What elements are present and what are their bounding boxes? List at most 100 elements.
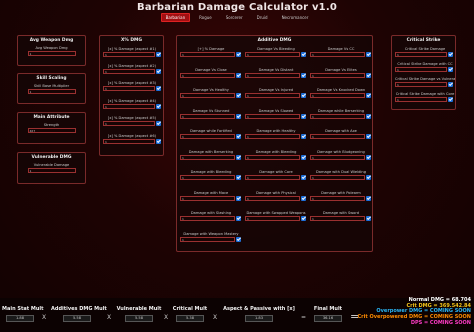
additive-checkbox[interactable] bbox=[366, 93, 371, 98]
final-mult-value: 36.16 bbox=[314, 315, 342, 322]
crit-core-checkbox[interactable] bbox=[448, 97, 453, 102]
strength-input[interactable]: 467 bbox=[27, 128, 76, 133]
additive-input[interactable]: 1 bbox=[310, 154, 365, 160]
additive-input[interactable]: 1 bbox=[245, 175, 300, 180]
additive-checkbox[interactable] bbox=[236, 134, 241, 139]
additive-input[interactable]: 1 bbox=[245, 113, 300, 119]
aspect-5-checkbox[interactable] bbox=[156, 121, 161, 126]
additive-checkbox[interactable] bbox=[366, 113, 371, 119]
additive-checkbox[interactable] bbox=[236, 113, 241, 119]
additive-checkbox[interactable] bbox=[366, 134, 371, 139]
crit-damage-checkbox[interactable] bbox=[448, 52, 453, 57]
additive-input[interactable]: 1 bbox=[180, 175, 235, 180]
additive-input[interactable]: 1 bbox=[245, 154, 300, 160]
additive-field: Damage with Axe 1 bbox=[310, 129, 372, 139]
additive-input[interactable]: 1 bbox=[245, 216, 300, 221]
additive-checkbox[interactable] bbox=[236, 52, 241, 57]
additive-checkbox[interactable] bbox=[366, 154, 371, 160]
additive-input[interactable]: 1 bbox=[310, 195, 365, 201]
aspect-6-input[interactable]: 1 bbox=[103, 139, 155, 144]
additive-input[interactable]: 1 bbox=[245, 93, 300, 98]
additive-checkbox[interactable] bbox=[366, 175, 371, 180]
additive-input[interactable]: 1 bbox=[310, 72, 365, 78]
aspect-1-input[interactable]: 1 bbox=[103, 52, 155, 57]
additive-input[interactable]: 1 bbox=[180, 52, 235, 57]
additive-field: Damage with Weapon Mastery 1 bbox=[180, 232, 242, 242]
crit-damage-input[interactable]: 1 bbox=[395, 52, 447, 57]
aspect-5-input[interactable]: 1 bbox=[103, 121, 155, 126]
additive-checkbox[interactable] bbox=[236, 216, 241, 221]
panel-title: X% DMG bbox=[121, 38, 142, 43]
additive-input[interactable]: 1 bbox=[245, 195, 300, 201]
additive-checkbox[interactable] bbox=[366, 72, 371, 78]
additive-input[interactable]: 1 bbox=[245, 72, 300, 78]
main-stat-mult-label: Main Stat Mult bbox=[2, 306, 44, 312]
aspect-3-input[interactable]: 1 bbox=[103, 86, 155, 91]
additive-input[interactable]: 1 bbox=[310, 113, 365, 119]
equals-sign: = bbox=[301, 314, 307, 321]
additive-checkbox[interactable] bbox=[301, 175, 306, 180]
aspect-3-checkbox[interactable] bbox=[156, 86, 161, 91]
additive-checkbox[interactable] bbox=[301, 134, 306, 139]
additive-checkbox[interactable] bbox=[301, 52, 306, 57]
additive-input[interactable]: 1 bbox=[310, 52, 365, 57]
aspect-1-checkbox[interactable] bbox=[156, 52, 161, 57]
avg-weapon-input[interactable]: 1 bbox=[27, 51, 76, 56]
crit-vulnerable-checkbox[interactable] bbox=[448, 82, 453, 87]
critical-mult-value: 5.38 bbox=[176, 315, 204, 322]
panel-title: Skill Scaling bbox=[36, 76, 67, 81]
tab-sorcerer[interactable]: Sorcerer bbox=[221, 13, 248, 22]
crit-vulnerable-input[interactable]: 1 bbox=[395, 82, 447, 87]
aspect-2-input[interactable]: 1 bbox=[103, 69, 155, 74]
additive-input[interactable]: 1 bbox=[180, 113, 235, 119]
vulnerable-input[interactable]: 1 bbox=[27, 168, 76, 173]
crit-core-input[interactable]: 1 bbox=[395, 97, 447, 102]
field-label: Damage Vs Distant bbox=[258, 67, 294, 72]
additive-input[interactable]: 1 bbox=[310, 216, 365, 221]
additive-input[interactable]: 1 bbox=[180, 216, 235, 221]
aspect-2-checkbox[interactable] bbox=[156, 69, 161, 74]
additive-checkbox[interactable] bbox=[366, 195, 371, 201]
additive-checkbox[interactable] bbox=[301, 113, 306, 119]
additive-checkbox[interactable] bbox=[301, 195, 306, 201]
additive-checkbox[interactable] bbox=[301, 216, 306, 221]
additive-input[interactable]: 1 bbox=[245, 134, 300, 139]
additive-checkbox[interactable] bbox=[236, 93, 241, 98]
additive-input[interactable]: 1 bbox=[180, 236, 235, 242]
crit-cc-checkbox[interactable] bbox=[448, 67, 453, 72]
additive-checkbox[interactable] bbox=[236, 154, 241, 160]
skill-scaling-input[interactable]: 1 bbox=[27, 89, 76, 94]
additive-input[interactable]: 1 bbox=[180, 93, 235, 98]
field-label: Critical Strike Damage bbox=[404, 47, 446, 51]
additive-checkbox[interactable] bbox=[236, 175, 241, 180]
field-label: Damage Vs Injured bbox=[258, 88, 294, 92]
additive-input[interactable]: 1 bbox=[180, 134, 235, 139]
tab-necromancer[interactable]: Necromancer bbox=[277, 13, 314, 22]
aspect-6-checkbox[interactable] bbox=[156, 139, 161, 144]
additive-input[interactable]: 1 bbox=[180, 72, 235, 78]
field-label: Critical Strike Damage with CC bbox=[397, 62, 453, 66]
additive-input[interactable]: 1 bbox=[180, 195, 235, 201]
crit-cc-input[interactable]: 1 bbox=[395, 67, 447, 72]
additive-checkbox[interactable] bbox=[301, 154, 306, 160]
field-label: Damage Vs Slowed bbox=[258, 108, 294, 113]
additive-checkbox[interactable] bbox=[301, 72, 306, 78]
additive-input[interactable]: 1 bbox=[245, 52, 300, 57]
additive-checkbox[interactable] bbox=[236, 72, 241, 78]
additive-input[interactable]: 1 bbox=[180, 154, 235, 160]
additive-checkbox[interactable] bbox=[236, 195, 241, 201]
additive-checkbox[interactable] bbox=[301, 93, 306, 98]
panel-title: Vulnerable DMG bbox=[31, 155, 72, 160]
additive-checkbox[interactable] bbox=[366, 216, 371, 221]
additive-input[interactable]: 1 bbox=[310, 134, 365, 139]
tab-rogue[interactable]: Rogue bbox=[194, 13, 217, 22]
additive-input[interactable]: 1 bbox=[310, 175, 365, 180]
tab-druid[interactable]: Druid bbox=[252, 13, 273, 22]
aspect-4-checkbox[interactable] bbox=[156, 104, 161, 109]
additive-checkbox[interactable] bbox=[366, 52, 371, 57]
tab-barbarian[interactable]: Barbarian bbox=[160, 13, 191, 22]
additive-checkbox[interactable] bbox=[236, 236, 241, 242]
additive-input[interactable]: 1 bbox=[310, 93, 365, 98]
field-label: Damage with Bleeding bbox=[255, 149, 297, 154]
aspect-4-input[interactable]: 1 bbox=[103, 104, 155, 109]
